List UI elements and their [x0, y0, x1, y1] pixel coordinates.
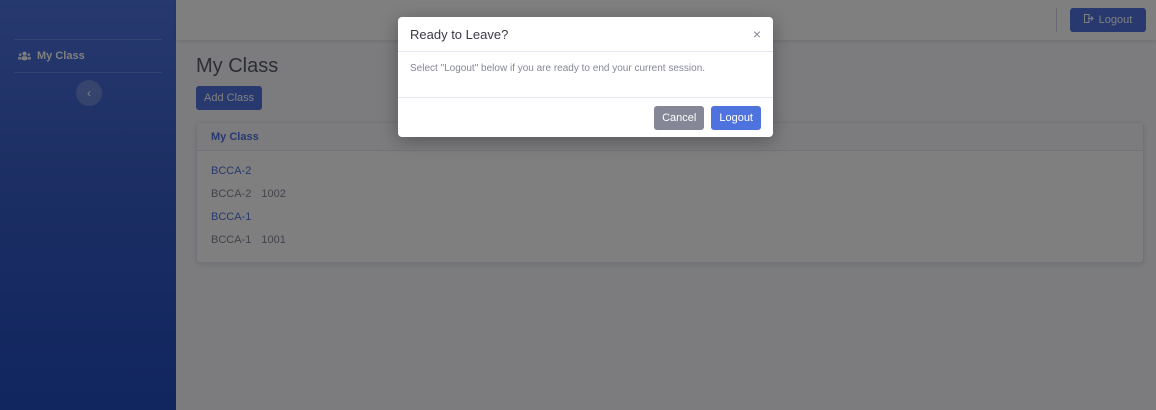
confirm-logout-button[interactable]: Logout [711, 105, 761, 130]
cancel-button[interactable]: Cancel [654, 105, 705, 130]
close-icon[interactable]: × [753, 26, 761, 42]
modal-footer: Cancel Logout [398, 98, 773, 137]
modal-body-text: Select "Logout" below if you are ready t… [398, 52, 773, 98]
modal-title: Ready to Leave? [410, 26, 509, 42]
modal-header: Ready to Leave? × [398, 17, 773, 52]
logout-modal: Ready to Leave? × Select "Logout" below … [398, 17, 773, 137]
